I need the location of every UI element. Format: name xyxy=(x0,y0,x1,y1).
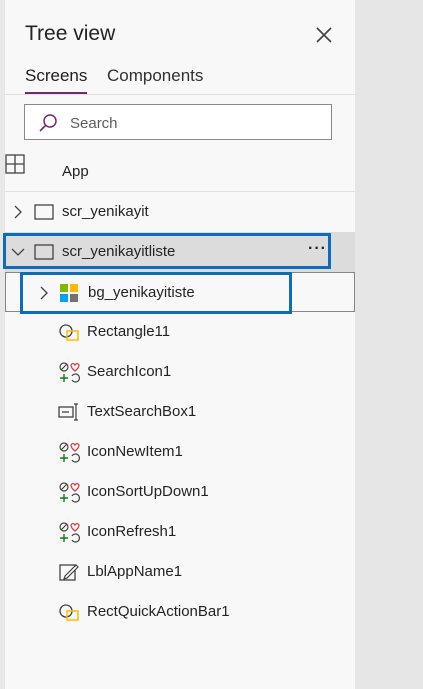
tree-item-label: TextSearchBox1 xyxy=(87,403,197,420)
close-icon[interactable] xyxy=(313,24,335,46)
search-placeholder: Search xyxy=(70,115,118,132)
tree-item-label: LblAppName1 xyxy=(87,563,183,580)
tree-item-label: scr_yenikayit xyxy=(62,203,149,220)
tree-view-panel: Tree view Screens Components Search App … xyxy=(3,0,356,689)
search-icon xyxy=(39,114,57,132)
tree-item-label: scr_yenikayitliste xyxy=(62,243,176,260)
tree-item-control[interactable]: IconSortUpDown1 xyxy=(5,472,355,512)
chevron-right-icon[interactable] xyxy=(39,286,49,300)
group-icon xyxy=(60,284,78,302)
chevron-right-icon[interactable] xyxy=(13,205,23,219)
tab-components[interactable]: Components xyxy=(107,66,203,86)
text-input-icon xyxy=(58,403,78,421)
screen-icon xyxy=(34,204,54,220)
tree-item-label: App xyxy=(62,163,89,180)
tree-item-label: IconSortUpDown1 xyxy=(87,483,209,500)
tree-item-label: RectQuickActionBar1 xyxy=(87,603,230,620)
more-options-button[interactable]: ··· xyxy=(308,241,327,257)
tree-item-control[interactable]: Rectangle11 xyxy=(5,312,355,352)
label-icon xyxy=(59,564,79,581)
tree-item-control[interactable]: bg_yenikayitiste xyxy=(5,272,355,312)
tree-item-label: SearchIcon1 xyxy=(87,363,172,380)
shapes-icon xyxy=(59,324,79,341)
tree-item-label: bg_yenikayitiste xyxy=(88,284,195,301)
tree-item-label: IconRefresh1 xyxy=(87,523,177,540)
icons-control-icon xyxy=(59,522,80,543)
tree-item-label: Rectangle11 xyxy=(87,323,171,340)
tree-item-control[interactable]: RectQuickActionBar1 xyxy=(5,592,355,632)
shapes-icon xyxy=(59,604,79,621)
tree-item-control[interactable]: IconRefresh1 xyxy=(5,512,355,552)
divider xyxy=(5,94,355,95)
panel-title: Tree view xyxy=(25,22,116,45)
icons-control-icon xyxy=(59,442,80,463)
tree-item-control[interactable]: LblAppName1 xyxy=(5,552,355,592)
tree-item-screen[interactable]: scr_yenikayit xyxy=(5,192,355,232)
tree-item-control[interactable]: TextSearchBox1 xyxy=(5,392,355,432)
chevron-down-icon[interactable] xyxy=(11,247,25,257)
icons-control-icon xyxy=(59,362,80,383)
icons-control-icon xyxy=(59,482,80,503)
screen-icon xyxy=(34,244,54,260)
canvas-area xyxy=(355,0,423,689)
tree-item-label: IconNewItem1 xyxy=(87,443,183,460)
tree-item-control[interactable]: SearchIcon1 xyxy=(5,352,355,392)
tab-screens[interactable]: Screens xyxy=(25,66,87,86)
app-icon xyxy=(5,154,25,174)
tree-item-screen-selected[interactable]: scr_yenikayitliste ··· xyxy=(5,232,355,272)
tree-item-control[interactable]: IconNewItem1 xyxy=(5,432,355,472)
tree-item-app[interactable]: App xyxy=(5,154,355,190)
search-input[interactable]: Search xyxy=(24,104,332,140)
